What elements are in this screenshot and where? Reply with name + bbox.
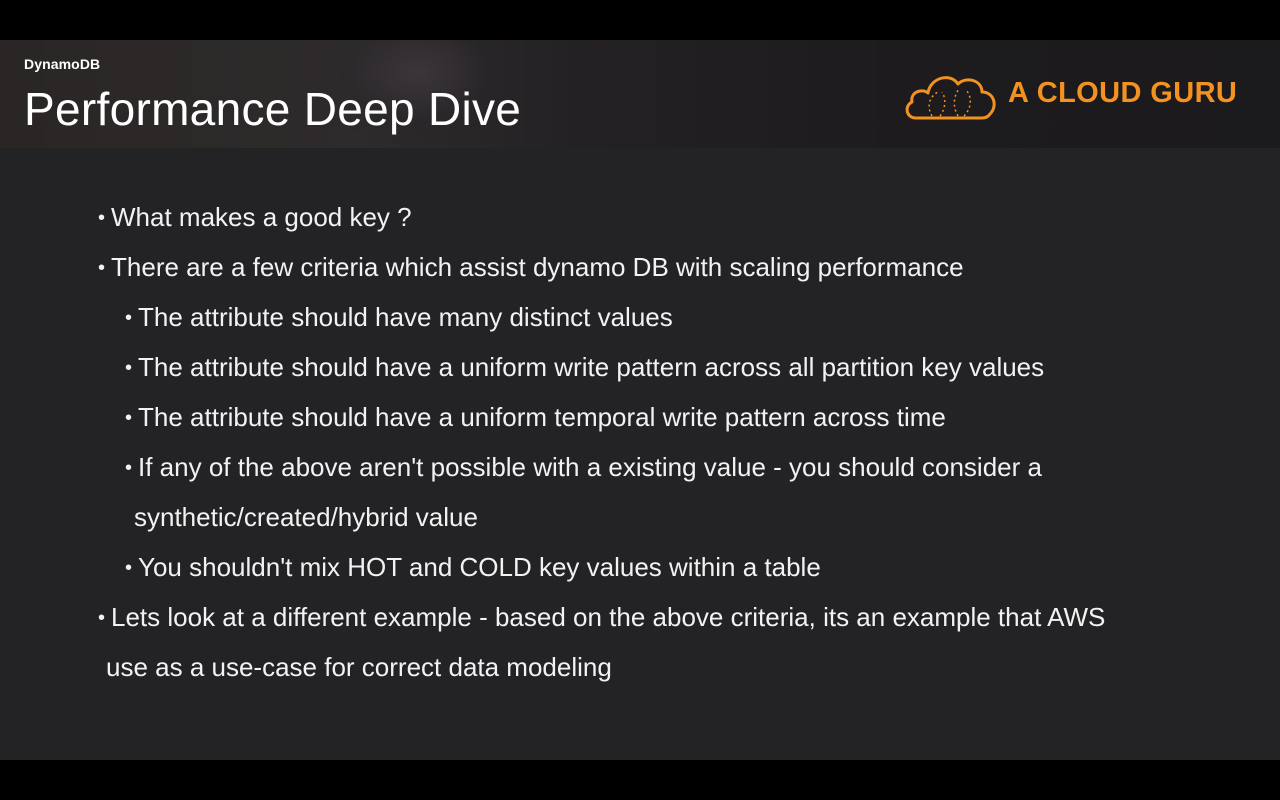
bullet-dot-icon: • <box>125 357 133 379</box>
sub-bullet-item: • If any of the above aren't possible wit… <box>125 452 1042 483</box>
bullet-dot-icon: • <box>125 407 133 429</box>
bullet-dot-icon: • <box>98 257 106 279</box>
bullet-text: The attribute should have many distinct … <box>138 302 673 332</box>
bullet-item: • Lets look at a different example - base… <box>98 602 1105 633</box>
bullet-dot-icon: • <box>98 607 106 629</box>
bullet-continuation: synthetic/created/hybrid value <box>134 502 478 532</box>
bullet-dot-icon: • <box>125 557 133 579</box>
section-label: DynamoDB <box>24 56 101 72</box>
bullet-dot-icon: • <box>98 207 106 229</box>
bullet-text: The attribute should have a uniform writ… <box>138 352 1045 382</box>
page-title: Performance Deep Dive <box>24 83 522 135</box>
bullet-text: Lets look at a different example - based… <box>111 602 1106 632</box>
sub-bullet-item: • The attribute should have a uniform wri… <box>125 352 1044 383</box>
bullet-dot-icon: • <box>125 307 133 329</box>
sub-bullet-item: • The attribute should have many distinct… <box>125 302 673 333</box>
bullet-text: If any of the above aren't possible with… <box>138 452 1042 482</box>
bullet-text: There are a few criteria which assist dy… <box>111 252 964 282</box>
bullet-item: • What makes a good key ? <box>98 202 412 233</box>
slide-header: DynamoDB Performance Deep Dive A CLOUD G… <box>0 40 1280 148</box>
brand-name: A CLOUD GURU <box>1008 77 1238 109</box>
sub-bullet-item: • You shouldn't mix HOT and COLD key valu… <box>125 552 821 583</box>
sub-bullet-item: • The attribute should have a uniform tem… <box>125 402 946 433</box>
slide: DynamoDB Performance Deep Dive A CLOUD G… <box>0 40 1280 760</box>
bullet-text: The attribute should have a uniform temp… <box>138 402 946 432</box>
bullet-text: You shouldn't mix HOT and COLD key value… <box>138 552 821 582</box>
cloud-logo-icon <box>905 76 996 120</box>
bullet-dot-icon: • <box>125 457 133 479</box>
brand-logo: A CLOUD GURU <box>902 66 1252 124</box>
bullet-item: • There are a few criteria which assist d… <box>98 252 964 283</box>
bullet-continuation: use as a use-case for correct data model… <box>106 652 612 682</box>
bullet-text: What makes a good key ? <box>111 202 412 232</box>
